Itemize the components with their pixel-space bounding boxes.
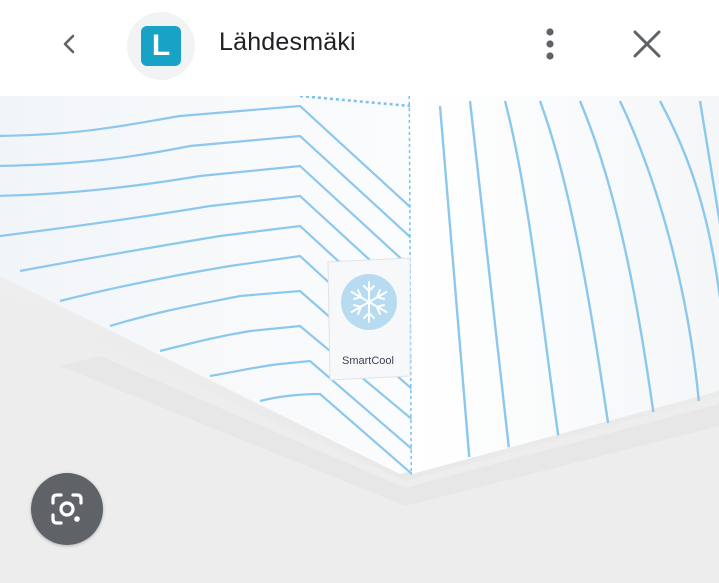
lens-search-button[interactable]: [31, 473, 103, 545]
close-button[interactable]: [625, 22, 669, 66]
site-logo: L: [141, 26, 181, 66]
smartcool-tag: SmartCool: [327, 257, 411, 381]
product-image[interactable]: SmartCool: [0, 96, 719, 583]
close-icon: [633, 30, 661, 58]
site-logo-letter: L: [151, 29, 171, 62]
more-vert-icon: [546, 28, 554, 60]
site-title[interactable]: Lähdesmäki: [219, 28, 356, 57]
back-button[interactable]: [48, 22, 92, 66]
tag-label: SmartCool: [342, 355, 394, 367]
mattress-illustration: SmartCool: [0, 96, 719, 583]
site-avatar[interactable]: L: [127, 12, 195, 80]
chevron-left-icon: [63, 34, 75, 54]
more-options-button[interactable]: [528, 22, 572, 66]
google-lens-icon: [51, 493, 83, 525]
top-bar: L Lähdesmäki: [0, 0, 719, 96]
